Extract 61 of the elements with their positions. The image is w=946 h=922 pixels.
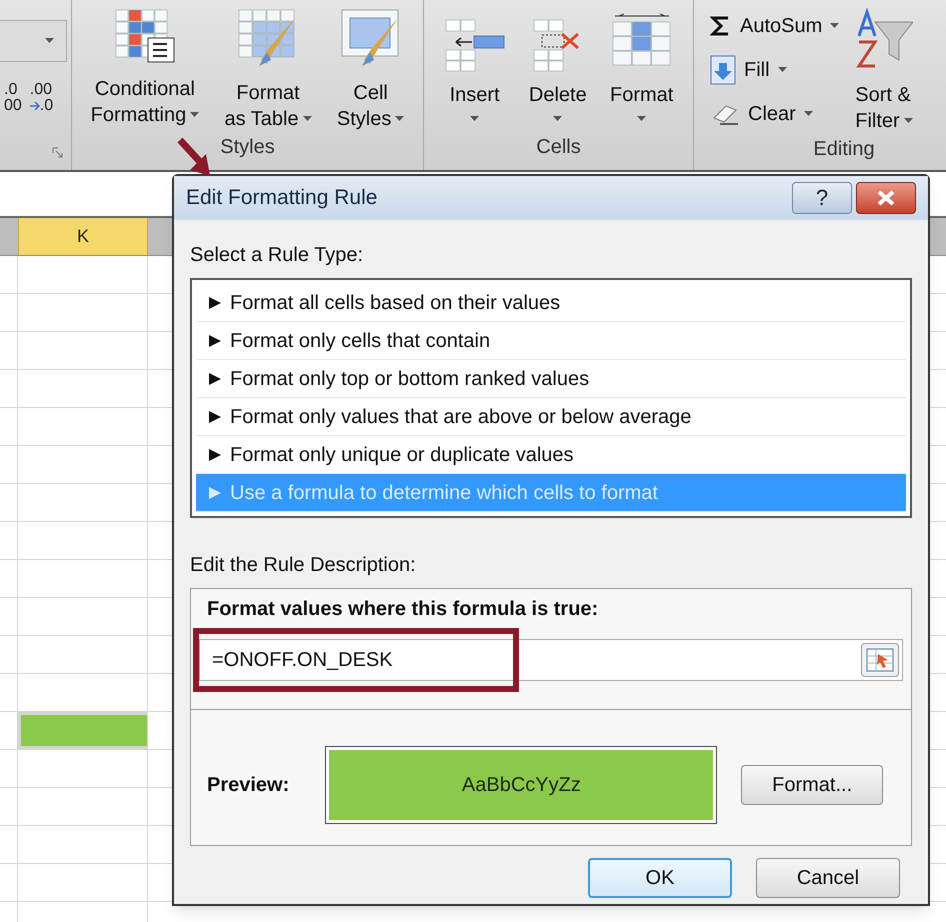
dialog-button[interactable]: OK: [588, 858, 732, 898]
ribbon-button[interactable]: Sort & Filter: [855, 8, 914, 134]
conditional-formatting-icon: [114, 8, 176, 64]
window-title: Edit Formatting Rule: [186, 185, 378, 212]
ribbon-button[interactable]: Conditional Formatting: [90, 8, 200, 132]
format-button[interactable]: Format...: [741, 765, 883, 805]
caret-icon: [830, 23, 840, 29]
group-label: Editing: [813, 137, 875, 162]
triangle-icon: [208, 410, 222, 424]
dropdown-field[interactable]: [0, 20, 67, 62]
help-button[interactable]: ?: [792, 182, 852, 214]
triangle-icon: [208, 334, 222, 348]
rule-type-item[interactable]: Format all cells based on their values: [196, 284, 906, 322]
caret-icon: [45, 38, 54, 44]
range-picker-icon: [866, 648, 894, 672]
preview-label: Preview:: [207, 773, 290, 798]
triangle-icon: [208, 296, 222, 310]
ribbon-button[interactable]: Insert: [444, 8, 506, 122]
decrease-decimal-button[interactable]: .00 .0: [30, 82, 54, 114]
ribbon-button[interactable]: Fill: [710, 52, 840, 88]
dialog-button[interactable]: Cancel: [756, 858, 900, 898]
ribbon-button[interactable]: Format: [610, 8, 674, 122]
triangle-icon: [208, 448, 222, 462]
caret-icon: [804, 111, 813, 117]
section-label: Select a Rule Type:: [190, 243, 364, 268]
caret-icon: [637, 116, 646, 122]
increase-decimal-button[interactable]: .0 00: [4, 82, 22, 114]
ribbon-button[interactable]: Format as Table: [224, 8, 312, 132]
group-label: Cells: [536, 135, 581, 160]
preview-text: AaBbCcYyZz: [462, 773, 581, 798]
insert-cells-icon: [444, 18, 506, 74]
section-label: Edit the Rule Description:: [190, 553, 417, 578]
caret-icon: [302, 116, 312, 122]
fill-down-icon: [710, 55, 736, 85]
ribbon-button[interactable]: Clear: [710, 96, 840, 132]
sheet-cell[interactable]: [18, 712, 148, 749]
caret-icon: [778, 67, 787, 73]
caret-icon: [190, 112, 200, 118]
formula-field[interactable]: =ONOFF.ON_DESK: [199, 639, 903, 681]
ribbon-button[interactable]: Delete: [528, 8, 587, 122]
sort-filter-icon: [855, 8, 914, 70]
ribbon-button[interactable]: Cell Styles: [336, 8, 404, 132]
range-picker-button[interactable]: [861, 643, 899, 677]
ribbon-button[interactable]: AutoSum: [710, 8, 840, 44]
caret-icon: [470, 116, 480, 122]
group-label: Styles: [220, 135, 275, 160]
close-button[interactable]: [856, 182, 916, 214]
column-header[interactable]: K: [18, 218, 148, 255]
formula-label: Format values where this formula is true:: [207, 598, 598, 620]
caret-icon: [553, 116, 562, 122]
rule-type-item[interactable]: Format only values that are above or below average: [196, 398, 906, 436]
rule-type-item[interactable]: Format only cells that contain: [196, 322, 906, 360]
triangle-icon: [208, 486, 222, 500]
caret-icon: [904, 118, 913, 124]
rule-type-item[interactable]: Format only top or bottom ranked values: [196, 360, 906, 398]
triangle-icon: [208, 372, 222, 386]
pointer-arrow: [176, 136, 212, 178]
arrow-icon: [30, 102, 40, 110]
caret-icon: [395, 116, 404, 122]
close-icon: [876, 190, 896, 206]
dialog-launcher-icon[interactable]: [52, 147, 63, 158]
